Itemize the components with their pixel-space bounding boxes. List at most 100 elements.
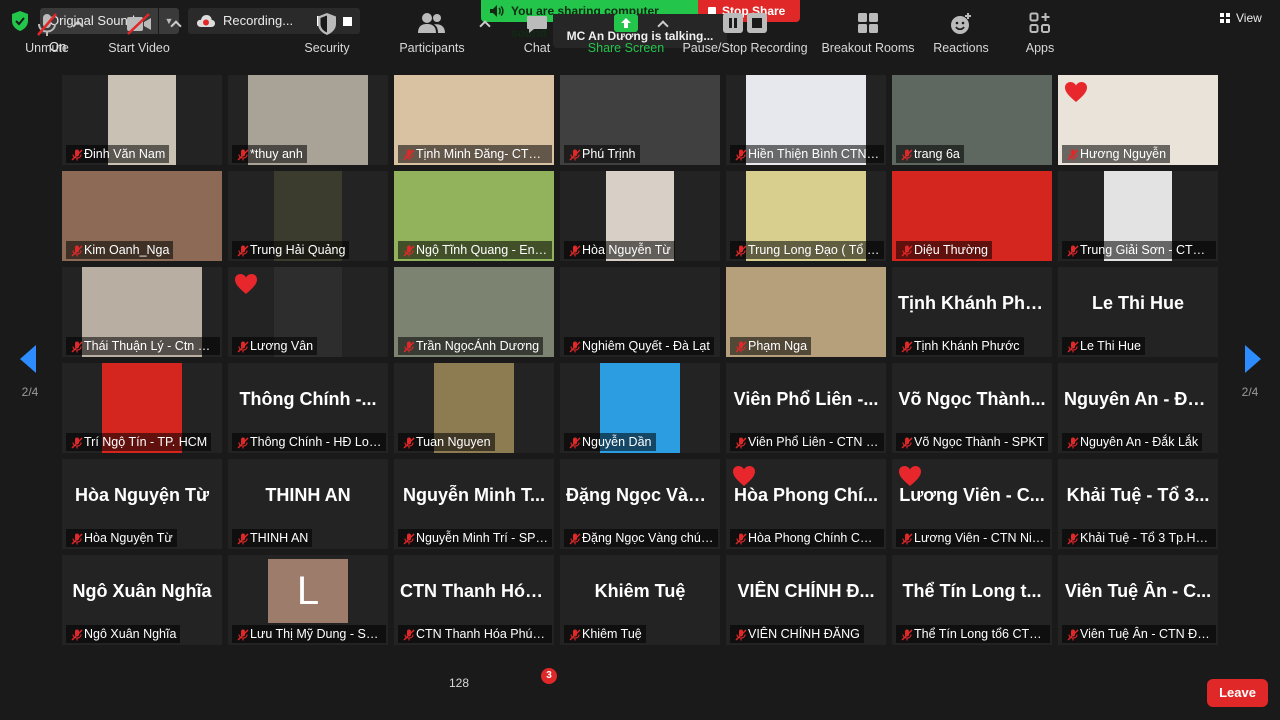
muted-mic-icon	[237, 628, 249, 641]
apps-icon	[1029, 12, 1050, 33]
participant-name-label: Trung Giải Sơn - CTN ...	[1062, 241, 1216, 259]
participant-tile[interactable]: Tịnh Khánh Phư... Tịnh Khánh Phước	[892, 267, 1052, 357]
participant-tile[interactable]: Đặng Ngọc Vàn... Đặng Ngọc Vàng chún...	[560, 459, 720, 549]
participant-tile[interactable]: Diệu Thường	[892, 171, 1052, 261]
participant-tile[interactable]: Trung Long Đạo ( Tổ L...	[726, 171, 886, 261]
start-video-button[interactable]: Start Video	[100, 0, 178, 60]
participant-tile[interactable]: Nguyễn Minh T... Nguyễn Minh Trí - SPKT	[394, 459, 554, 549]
participant-name-label: *thuy anh	[232, 145, 307, 163]
unmute-button[interactable]: Unmute	[16, 0, 78, 60]
participant-tile[interactable]: Hòa Nguyện Từ Hòa Nguyện Từ	[62, 459, 222, 549]
unmute-label: Unmute	[25, 41, 69, 55]
heart-reaction-icon	[898, 465, 922, 487]
participant-tile[interactable]: Ngộ Tĩnh Quang - Eng...	[394, 171, 554, 261]
participant-name-label: Trung Hải Quảng	[232, 241, 350, 259]
muted-mic-icon	[1067, 244, 1079, 257]
participant-tile[interactable]: Lương Vân	[228, 267, 388, 357]
apps-label: Apps	[1025, 41, 1055, 55]
next-page-arrow-icon[interactable]	[1245, 345, 1261, 373]
participant-tile[interactable]: Lương Viên - C... Lương Viên - CTN Nin...	[892, 459, 1052, 549]
participant-tile[interactable]: Viên Tuệ Ân - C... Viên Tuệ Ân - CTN Đài.…	[1058, 555, 1218, 645]
participant-name-label: Hòa Nguyện Từ	[66, 529, 177, 547]
participant-tile[interactable]: Hòa Nguyễn Từ	[560, 171, 720, 261]
participant-name-label: Thái Thuận Lý - Ctn Đà...	[66, 337, 220, 355]
muted-mic-icon	[71, 148, 83, 161]
muted-mic-icon	[901, 436, 913, 449]
muted-mic-icon	[569, 532, 581, 545]
view-button[interactable]: View	[1216, 8, 1272, 28]
cloud-record-icon	[197, 15, 215, 27]
participant-display-name: Ngô Xuân Nghĩa	[72, 581, 212, 601]
participant-name-label: Lưu Thị Mỹ Dung - SP...	[232, 625, 386, 643]
chat-bubble-icon	[527, 16, 547, 33]
share-screen-button[interactable]: Share Screen	[586, 0, 666, 60]
participant-name-label: Khiêm Tuệ	[564, 625, 646, 643]
participant-display-name: VIÊN CHÍNH Đ...	[737, 581, 875, 601]
participant-display-name: Viên Tuệ Ân - C...	[1064, 581, 1212, 601]
participant-tile[interactable]: CTN Thanh Hóa... CTN Thanh Hóa Phúc ...	[394, 555, 554, 645]
muted-mic-icon	[403, 436, 415, 449]
muted-microphone-icon	[37, 13, 57, 36]
participant-tile[interactable]: Tịnh Minh Đăng- CTN ...	[394, 75, 554, 165]
participants-options-caret-icon[interactable]	[479, 20, 491, 32]
participant-name: Hòa Nguyện Từ	[84, 531, 173, 545]
participant-tile[interactable]: Tuan Nguyen	[394, 363, 554, 453]
muted-mic-icon	[403, 628, 415, 641]
participant-tile[interactable]: Khải Tuệ - Tổ 3... Khải Tuệ - Tổ 3 Tp.HCM	[1058, 459, 1218, 549]
reactions-button[interactable]: Reactions	[928, 0, 994, 60]
participant-tile[interactable]: Viên Phổ Liên -... Viên Phổ Liên - CTN H.…	[726, 363, 886, 453]
participant-name-label: Ngô Xuân Nghĩa	[66, 625, 181, 643]
security-button[interactable]: Security	[297, 0, 357, 60]
participant-tile[interactable]: Phú Trịnh	[560, 75, 720, 165]
participant-name: Trần NgọcÁnh Dương	[416, 339, 540, 353]
participant-name-label: CTN Thanh Hóa Phúc ...	[398, 625, 552, 643]
leave-button[interactable]: Leave	[1207, 679, 1268, 707]
video-off-icon	[127, 13, 151, 35]
participant-display-name: Tịnh Khánh Phư...	[898, 293, 1046, 313]
participant-name: Đặng Ngọc Vàng chún...	[582, 531, 718, 545]
participant-tile[interactable]: Le Thi Hue Le Thi Hue	[1058, 267, 1218, 357]
apps-button[interactable]: Apps	[1016, 0, 1064, 60]
participant-tile[interactable]: THINH AN THINH AN	[228, 459, 388, 549]
participant-name-label: Hòa Nguyễn Từ	[564, 241, 675, 259]
pause-stop-recording-button[interactable]: Pause/Stop Recording	[682, 0, 808, 60]
participants-button[interactable]: Participants	[396, 0, 468, 60]
participant-tile[interactable]: Võ Ngọc Thành... Võ Ngọc Thành - SPKT	[892, 363, 1052, 453]
participant-tile[interactable]: Phạm Nga	[726, 267, 886, 357]
participant-display-name: Nguyên An - Đắ...	[1064, 389, 1212, 409]
participant-tile[interactable]: Khiêm Tuệ Khiêm Tuệ	[560, 555, 720, 645]
participant-tile[interactable]: Hương Nguyễn	[1058, 75, 1218, 165]
participant-tile[interactable]: Nguyên An - Đắ... Nguyên An - Đắk Lắk	[1058, 363, 1218, 453]
muted-mic-icon	[735, 532, 747, 545]
participant-tile[interactable]: Thể Tín Long t... Thể Tín Long tổ6 CTN...	[892, 555, 1052, 645]
breakout-rooms-button[interactable]: Breakout Rooms	[818, 0, 918, 60]
participant-tile[interactable]: Nguyễn Dần	[560, 363, 720, 453]
previous-page-arrow-icon[interactable]	[20, 345, 36, 373]
participant-tile[interactable]: Hiền Thiện Bình CTN ...	[726, 75, 886, 165]
participant-tile[interactable]: Thái Thuận Lý - Ctn Đà...	[62, 267, 222, 357]
participant-tile[interactable]: Kim Oanh_Nga	[62, 171, 222, 261]
view-label: View	[1236, 11, 1262, 25]
participant-name: Lương Viên - CTN Nin...	[914, 531, 1050, 545]
participant-tile[interactable]: VIÊN CHÍNH Đ... VIÊN CHÍNH ĐĂNG	[726, 555, 886, 645]
chat-button[interactable]: Chat	[510, 0, 564, 60]
participant-tile[interactable]: Trung Hải Quảng	[228, 171, 388, 261]
heart-reaction-icon	[732, 465, 756, 487]
participant-avatar: L	[268, 559, 348, 623]
participant-tile[interactable]: Thông Chính -... Thông Chính - HĐ Lon...	[228, 363, 388, 453]
participants-count: 128	[449, 676, 470, 690]
participant-tile[interactable]: Trần NgọcÁnh Dương	[394, 267, 554, 357]
participant-tile[interactable]: Trí Ngộ Tín - TP. HCM	[62, 363, 222, 453]
speaker-icon	[490, 5, 504, 17]
participant-tile[interactable]: trang 6a	[892, 75, 1052, 165]
participant-tile[interactable]: *thuy anh	[228, 75, 388, 165]
participant-tile[interactable]: Hòa Phong Chí... Hòa Phong Chính CTN...	[726, 459, 886, 549]
participant-tile[interactable]: Đinh Văn Nam	[62, 75, 222, 165]
participant-tile[interactable]: Ngô Xuân Nghĩa Ngô Xuân Nghĩa	[62, 555, 222, 645]
muted-mic-icon	[237, 244, 249, 257]
muted-mic-icon	[71, 532, 83, 545]
participant-tile[interactable]: Nghiêm Quyết - Đà Lạt	[560, 267, 720, 357]
participant-tile[interactable]: L Lưu Thị Mỹ Dung - SP...	[228, 555, 388, 645]
gallery-grid: Đinh Văn Nam *thuy anh Tịnh Minh Đăng- CTN…	[62, 75, 1218, 645]
participant-tile[interactable]: Trung Giải Sơn - CTN ...	[1058, 171, 1218, 261]
